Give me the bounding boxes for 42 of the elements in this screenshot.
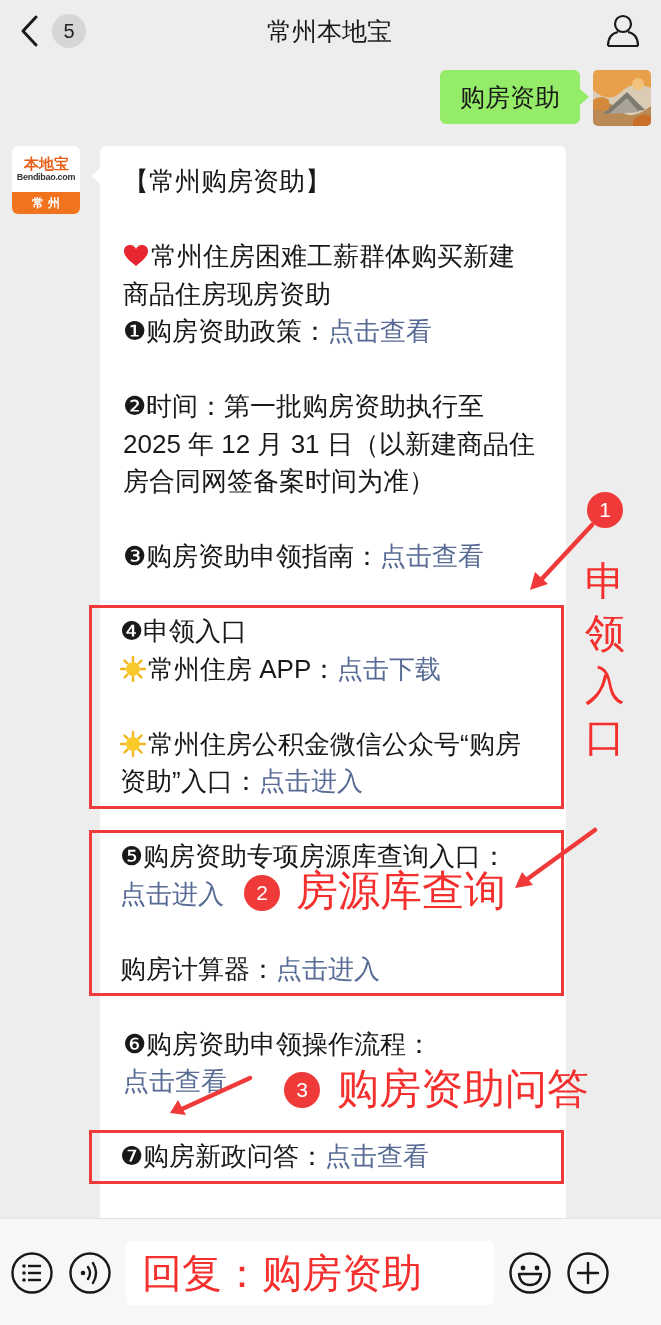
message-bubble: 购房资助 [440, 70, 580, 124]
menu-icon[interactable] [10, 1251, 54, 1295]
link[interactable]: 点击进入 [276, 950, 380, 988]
sun-icon [120, 655, 146, 682]
link[interactable]: 点击查看 [328, 313, 433, 351]
message-text: 常州住房公积金微信公众号“购房 [148, 728, 521, 759]
voice-icon[interactable] [68, 1251, 112, 1295]
message-text: 资助”入口： [120, 766, 259, 796]
window-title: 常州本地宝 [266, 15, 393, 47]
emoji-icon[interactable] [508, 1251, 552, 1295]
callout-label: 购房资助问答 [337, 1068, 589, 1110]
message-text: ❷时间：第一批购房资助执行至 [123, 391, 485, 421]
message-text: ❼购房新政问答： [120, 1141, 326, 1171]
plus-icon[interactable] [566, 1251, 610, 1295]
logo-text: 本地宝 [23, 155, 69, 172]
message-text: 【常州购房资助】 [123, 166, 331, 196]
message-text: ❹申领入口 [120, 616, 248, 646]
callout-label: 申领入口 [585, 558, 625, 761]
logo-city: 常 州 [12, 192, 80, 214]
message-text: 常州住房 APP： [148, 653, 338, 684]
callout-label: 房源库查询 [296, 870, 506, 912]
message-text: 商品住房现房资助 [123, 278, 331, 309]
message-text: ❻购房资助申领操作流程： [123, 1028, 433, 1059]
link[interactable]: 点击查看 [325, 1138, 430, 1176]
link[interactable]: 点击下载 [337, 650, 442, 688]
link[interactable]: 点击查看 [123, 1063, 227, 1101]
sun-icon [120, 730, 146, 757]
message-text: 2025 年 12 月 31 日（以新建商品住 [123, 428, 535, 459]
logo-domain: Bendibao.com [16, 172, 76, 183]
number-badge: 1 [587, 492, 623, 528]
link[interactable]: 点击进入 [258, 763, 363, 801]
link[interactable]: 点击进入 [120, 875, 224, 913]
message-text: 购房计算器： [120, 953, 276, 984]
message-text: 房合同网签备案时间为准） [123, 466, 435, 496]
heart-icon [123, 243, 149, 269]
message-text: 常州住房困难工薪群体购买新建 [151, 241, 515, 271]
person-icon[interactable] [605, 13, 641, 49]
unread-badge: 5 [52, 14, 86, 48]
link[interactable]: 点击查看 [380, 538, 485, 576]
message-text: ❸购房资助申领指南： [123, 541, 381, 571]
input-field[interactable]: 回复：购房资助 [126, 1241, 494, 1305]
message-text: ❶购房资助政策： [123, 316, 329, 346]
